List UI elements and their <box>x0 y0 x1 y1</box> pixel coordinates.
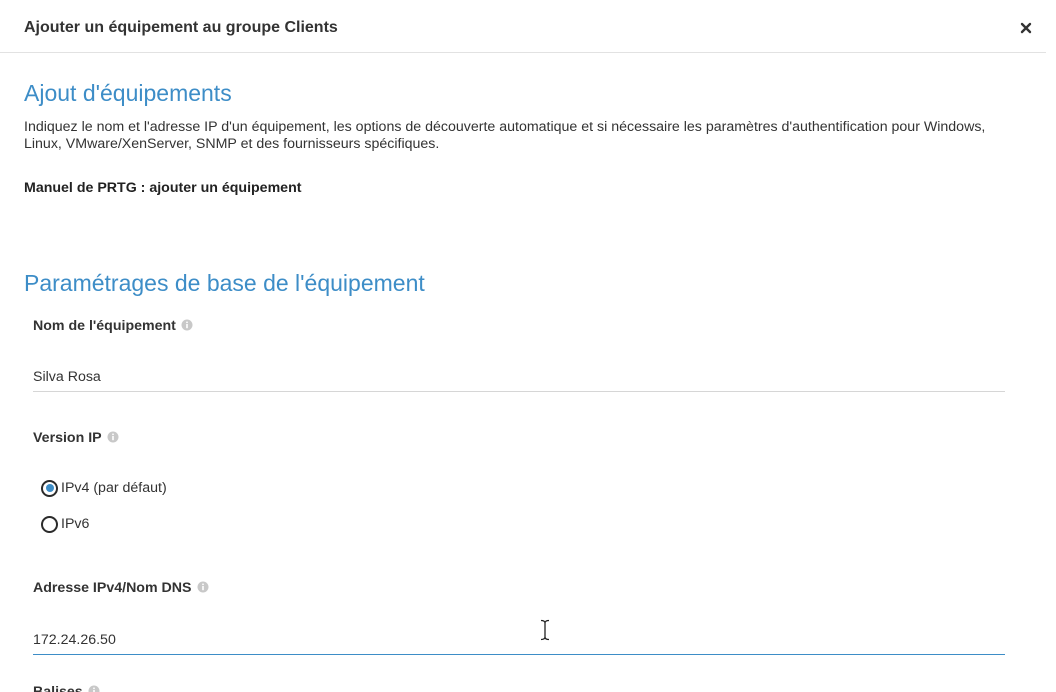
ipv4-address-input[interactable] <box>33 626 1005 655</box>
ip-version-label-text: Version IP <box>33 430 102 446</box>
dialog-header: Ajouter un équipement au groupe Clients <box>0 0 1046 53</box>
radio-button-unchecked[interactable] <box>41 515 58 533</box>
dialog-title: Ajouter un équipement au groupe Clients <box>24 19 338 36</box>
manual-link[interactable]: Manuel de PRTG : ajouter un équipement <box>24 180 301 196</box>
text-cursor-icon <box>539 619 551 641</box>
radio-ipv6[interactable]: IPv6 <box>41 513 89 535</box>
tags-label: Balises <box>33 684 100 692</box>
device-name-label-text: Nom de l'équipement <box>33 318 176 334</box>
add-device-dialog: Ajouter un équipement au groupe Clients … <box>0 0 1056 692</box>
intro-description: Indiquez le nom et l'adresse IP d'un équ… <box>24 119 986 152</box>
info-icon[interactable] <box>197 581 209 593</box>
intro-heading: Ajout d'équipements <box>24 80 232 106</box>
info-icon[interactable] <box>181 319 193 331</box>
radio-ipv4-label: IPv4 (par défaut) <box>61 480 167 496</box>
device-name-label: Nom de l'équipement <box>33 318 193 334</box>
close-icon <box>1020 22 1032 34</box>
device-name-input[interactable] <box>33 363 1005 392</box>
radio-ipv6-label: IPv6 <box>61 516 90 532</box>
radio-ipv4[interactable]: IPv4 (par défaut) <box>41 477 167 499</box>
info-icon[interactable] <box>88 685 100 692</box>
basic-settings-heading: Paramétrages de base de l'équipement <box>24 270 425 296</box>
ip-version-label: Version IP <box>33 430 119 446</box>
tags-label-text: Balises <box>33 684 83 692</box>
ipv4-address-label: Adresse IPv4/Nom DNS <box>33 580 209 596</box>
info-icon[interactable] <box>107 431 119 443</box>
radio-button-checked[interactable] <box>41 479 58 497</box>
ipv4-address-label-text: Adresse IPv4/Nom DNS <box>33 580 192 596</box>
close-button[interactable] <box>1016 18 1036 38</box>
